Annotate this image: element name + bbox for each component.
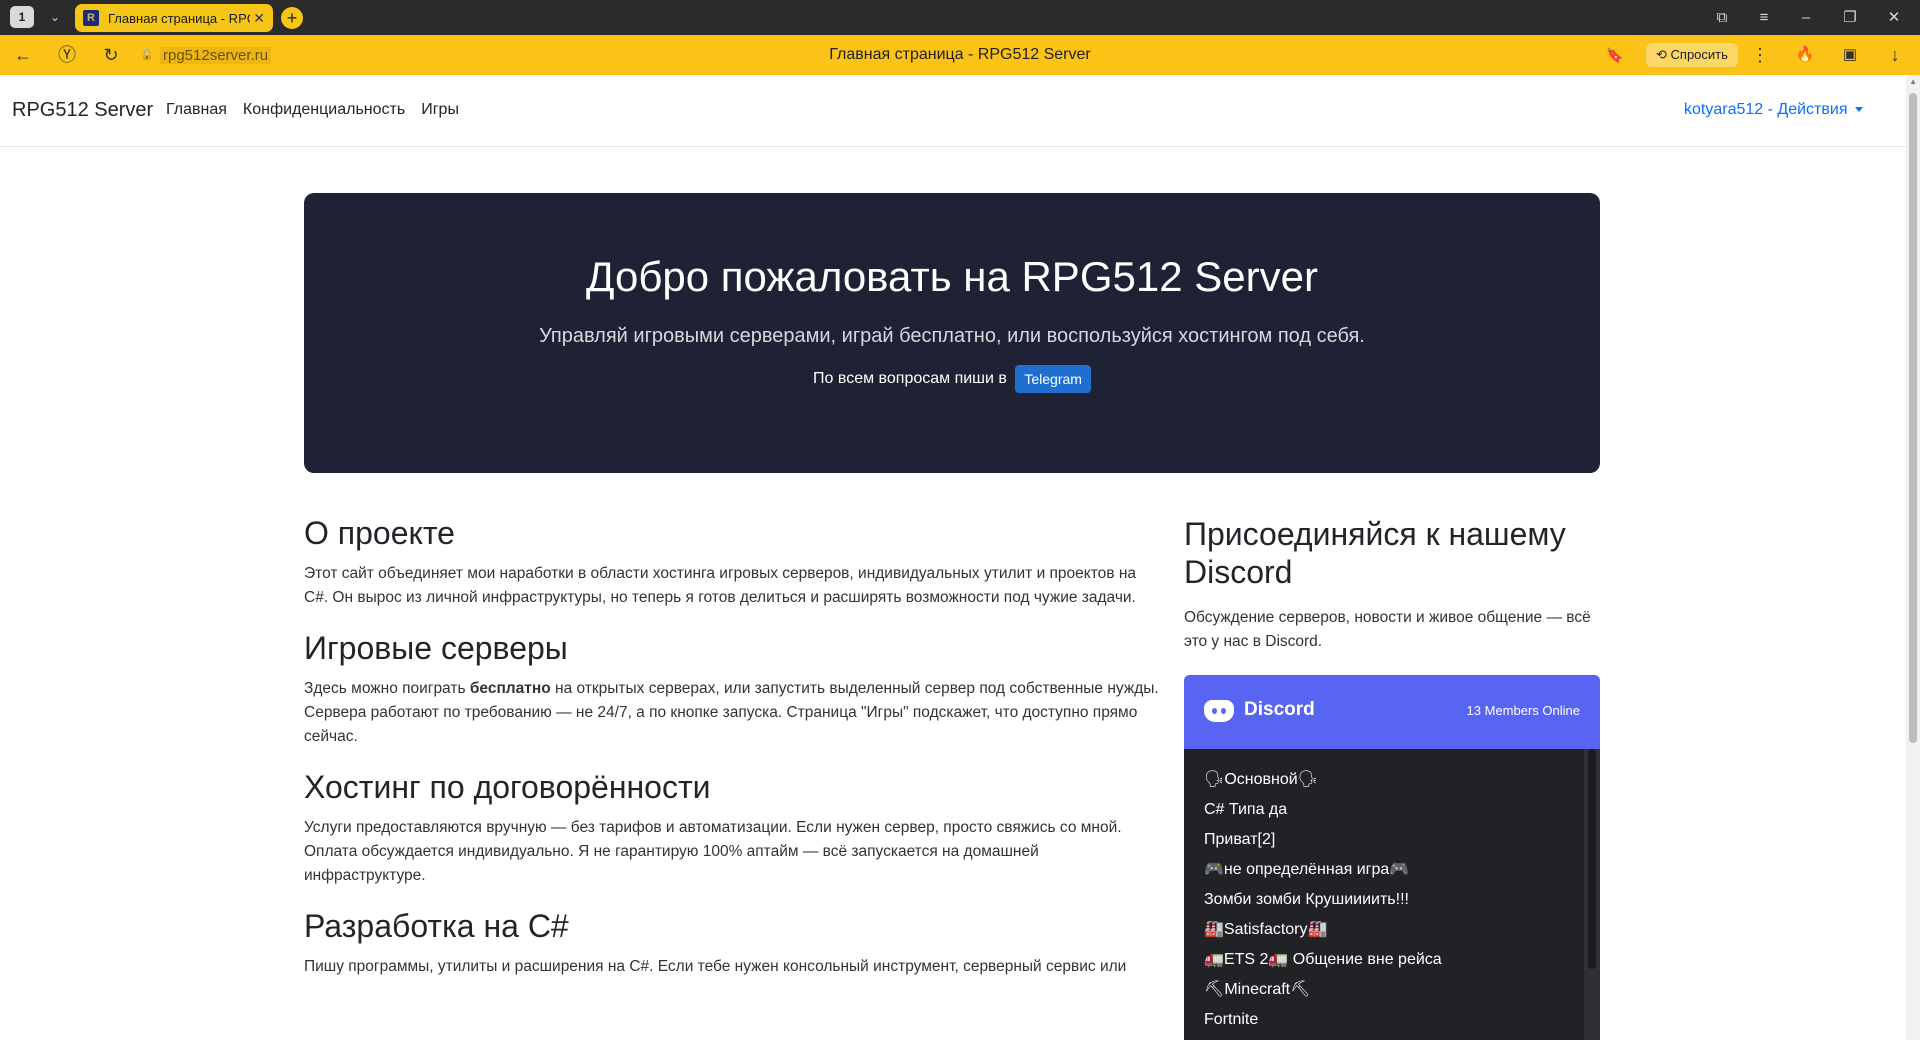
section-text: Пишу программы, утилиты и расширения на … bbox=[304, 958, 1127, 975]
hero-contact: По всем вопросам пиши в Telegram bbox=[304, 365, 1600, 393]
telegram-button[interactable]: Telegram bbox=[1015, 365, 1091, 393]
nav-links: Главная Конфиденциальность Игры bbox=[166, 101, 459, 119]
members-online-count: 13 Members Online bbox=[1466, 703, 1580, 718]
discord-logo-icon bbox=[1204, 700, 1234, 722]
close-icon[interactable]: ✕ bbox=[253, 10, 265, 27]
url-text: rpg512server.ru bbox=[160, 46, 272, 64]
download-icon[interactable]: ↓ bbox=[1880, 35, 1910, 75]
address-bar: ← Ⓨ ↻ 🔒 rpg512server.ru Главная страница… bbox=[0, 35, 1920, 75]
hero-banner: Добро пожаловать на RPG512 Server Управл… bbox=[304, 193, 1600, 473]
close-window-button[interactable]: ✕ bbox=[1874, 0, 1914, 35]
discord-channel[interactable]: 🎮не определённая игра🎮 bbox=[1204, 855, 1580, 885]
ask-icon: ⟲ bbox=[1656, 47, 1671, 62]
section-game-servers: Игровые серверы Здесь можно поиграть бес… bbox=[304, 630, 1164, 749]
tab-title: Главная страница - RPG512 Server bbox=[108, 10, 250, 26]
text-part: Здесь можно поиграть bbox=[304, 680, 470, 697]
user-menu-label: kotyara512 - Действия bbox=[1684, 101, 1848, 118]
discord-channel[interactable]: ⛏Minecraft⛏ bbox=[1204, 975, 1580, 1005]
new-tab-button[interactable]: + bbox=[281, 7, 303, 29]
discord-scroll-thumb[interactable] bbox=[1588, 749, 1596, 969]
chevron-down-icon[interactable]: ⌄ bbox=[44, 6, 66, 28]
main-content: О проекте Этот сайт объединяет мои нараб… bbox=[304, 515, 1164, 999]
bookmarks-panel-icon[interactable]: ⧉ bbox=[1702, 0, 1742, 35]
section-title: Хостинг по договорённости bbox=[304, 769, 711, 805]
text-bold: бесплатно bbox=[469, 680, 551, 697]
ask-label: Спросить bbox=[1670, 47, 1728, 62]
browser-tab-strip: 1 ⌄ R Главная страница - RPG512 Server ✕… bbox=[0, 0, 1920, 35]
hero-subtitle: Управляй игровыми серверами, играй беспл… bbox=[539, 325, 1365, 347]
section-text: Этот сайт объединяет мои наработки в обл… bbox=[304, 565, 1137, 606]
site-favicon-icon: R bbox=[83, 10, 99, 26]
nav-link-games[interactable]: Игры bbox=[421, 101, 459, 119]
ask-button[interactable]: ⟲ Спросить bbox=[1646, 43, 1738, 67]
hero-contact-text: По всем вопросам пиши в bbox=[813, 370, 1007, 388]
discord-channel[interactable]: Зомби зомби Крушиииить!!! bbox=[1204, 885, 1580, 915]
section-title: Игровые серверы bbox=[304, 630, 568, 666]
caret-down-icon bbox=[1855, 107, 1864, 113]
discord-widget: Discord 13 Members Online 🗣Основной🗣 C# … bbox=[1184, 675, 1600, 1040]
discord-channel[interactable]: Fortnite bbox=[1204, 1005, 1580, 1035]
tab-counter-button[interactable]: 1 bbox=[10, 6, 34, 28]
section-text: Здесь можно поиграть бесплатно на открыт… bbox=[304, 677, 1164, 749]
discord-heading: Присоединяйся к нашему Discord bbox=[1184, 516, 1566, 590]
discord-sidebar: Присоединяйся к нашему Discord Обсуждени… bbox=[1184, 515, 1600, 654]
discord-channel[interactable]: Приват[2] bbox=[1204, 825, 1580, 855]
back-arrow-icon[interactable]: ← bbox=[8, 35, 38, 75]
discord-widget-name: Discord bbox=[1244, 699, 1315, 720]
scroll-up-icon[interactable]: ▲ bbox=[1909, 77, 1917, 86]
section-hosting: Хостинг по договорённости Услуги предост… bbox=[304, 769, 1164, 888]
reload-icon[interactable]: ↻ bbox=[96, 35, 126, 75]
url-field[interactable]: 🔒 rpg512server.ru bbox=[140, 45, 272, 65]
brand-link[interactable]: RPG512 Server bbox=[12, 99, 153, 122]
nav-link-privacy[interactable]: Конфиденциальность bbox=[243, 101, 405, 119]
menu-icon[interactable]: ≡ bbox=[1744, 0, 1784, 35]
section-text: Услуги предоставляются вручную — без тар… bbox=[304, 819, 1122, 884]
hero-title: Добро пожаловать на RPG512 Server bbox=[586, 253, 1318, 300]
discord-scrollbar[interactable] bbox=[1584, 749, 1600, 1040]
discord-channel[interactable]: 🗣Основной🗣 bbox=[1204, 765, 1580, 795]
section-title: Разработка на C# bbox=[304, 908, 569, 944]
active-tab[interactable]: R Главная страница - RPG512 Server ✕ bbox=[75, 4, 273, 32]
yandex-icon[interactable]: Ⓨ bbox=[52, 35, 82, 75]
discord-channel[interactable]: 🚛ETS 2🚛 Общение вне рейса bbox=[1204, 945, 1580, 975]
section-title: О проекте bbox=[304, 515, 455, 551]
nav-link-home[interactable]: Главная bbox=[166, 101, 227, 119]
page-scrollbar[interactable]: ▲ bbox=[1906, 75, 1920, 1040]
page-title: Главная страница - RPG512 Server bbox=[829, 46, 1091, 63]
page-viewport: RPG512 Server Главная Конфиденциальность… bbox=[0, 75, 1920, 1040]
discord-widget-header: Discord 13 Members Online bbox=[1184, 675, 1600, 749]
section-about: О проекте Этот сайт объединяет мои нараб… bbox=[304, 515, 1164, 610]
discord-channel[interactable]: C# Типа да bbox=[1204, 795, 1580, 825]
collections-icon[interactable]: ▣ bbox=[1835, 35, 1865, 75]
bookmark-icon[interactable]: 🔖 bbox=[1600, 35, 1630, 75]
section-csharp: Разработка на C# Пишу программы, утилиты… bbox=[304, 908, 1164, 979]
minimize-button[interactable]: – bbox=[1786, 0, 1826, 35]
lock-icon: 🔒 bbox=[140, 49, 154, 61]
site-navbar: RPG512 Server Главная Конфиденциальность… bbox=[0, 75, 1906, 147]
discord-channel-list: 🗣Основной🗣 C# Типа да Приват[2] 🎮не опре… bbox=[1184, 749, 1600, 1035]
user-actions-dropdown[interactable]: kotyara512 - Действия bbox=[1684, 101, 1864, 119]
discord-channel[interactable]: 🏭Satisfactory🏭 bbox=[1204, 915, 1580, 945]
more-vertical-icon[interactable]: ⋮ bbox=[1745, 35, 1775, 75]
page-scroll-thumb[interactable] bbox=[1909, 93, 1917, 743]
discord-description: Обсуждение серверов, новости и живое общ… bbox=[1184, 609, 1591, 650]
restore-button[interactable]: ❐ bbox=[1830, 0, 1870, 35]
alice-icon[interactable]: 🔥 bbox=[1790, 35, 1820, 75]
